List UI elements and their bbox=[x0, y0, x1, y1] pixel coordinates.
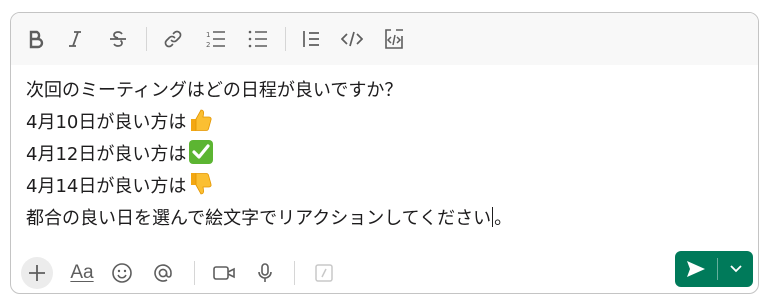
message-text: 都合の良い日を選んで絵文字でリアクションしてください bbox=[26, 208, 492, 229]
bulleted-list-icon[interactable] bbox=[242, 23, 274, 55]
ordered-list-icon[interactable]: 12 bbox=[200, 23, 232, 55]
toolbar-divider bbox=[194, 261, 195, 285]
formatting-toolbar: 12 bbox=[11, 13, 758, 65]
code-icon[interactable] bbox=[336, 23, 368, 55]
send-icon[interactable] bbox=[675, 251, 717, 287]
message-text: 4月10日が良い方は bbox=[26, 112, 187, 133]
message-input[interactable]: 次回のミーティングはどの日程が良いですか？ 4月10日が良い方は 4月12日が良… bbox=[26, 75, 743, 235]
link-icon[interactable] bbox=[157, 23, 189, 55]
toolbar-divider bbox=[146, 27, 147, 51]
send-button-group bbox=[675, 251, 753, 287]
toolbar-divider bbox=[294, 261, 295, 285]
svg-text:2: 2 bbox=[206, 41, 210, 49]
code-block-icon[interactable] bbox=[378, 23, 410, 55]
italic-icon[interactable] bbox=[59, 23, 91, 55]
formatting-label: Aa bbox=[70, 262, 94, 283]
message-line: 次回のミーティングはどの日程が良いですか？ bbox=[26, 75, 743, 107]
strikethrough-icon[interactable] bbox=[102, 23, 134, 55]
bold-icon[interactable] bbox=[20, 23, 52, 55]
video-icon[interactable] bbox=[208, 257, 240, 289]
message-line: 都合の良い日を選んで絵文字でリアクションしてください。 bbox=[26, 203, 743, 235]
text-caret bbox=[492, 207, 494, 227]
formatting-icon[interactable]: Aa bbox=[65, 257, 99, 289]
message-line: 4月10日が良い方は bbox=[26, 107, 743, 139]
chevron-down-icon[interactable] bbox=[718, 251, 753, 287]
composer-actions: Aa bbox=[11, 251, 758, 293]
message-text: 4月12日が良い方は bbox=[26, 144, 187, 165]
message-composer: 12 次回のミーティングはどの日程が良いですか？ 4月10日が良い方は 4月12… bbox=[10, 12, 759, 294]
message-line: 4月12日が良い方は bbox=[26, 139, 743, 171]
svg-text:1: 1 bbox=[206, 31, 210, 39]
emoji-icon[interactable] bbox=[106, 257, 138, 289]
message-text: 次回のミーティングはどの日程が良いですか？ bbox=[26, 80, 403, 101]
message-line: 4月14日が良い方は bbox=[26, 171, 743, 203]
plus-icon[interactable] bbox=[21, 257, 53, 289]
mention-icon[interactable] bbox=[147, 257, 179, 289]
message-text: 4月14日が良い方は bbox=[26, 176, 187, 197]
blockquote-icon[interactable] bbox=[295, 23, 327, 55]
microphone-icon[interactable] bbox=[249, 257, 281, 289]
toolbar-divider bbox=[285, 27, 286, 51]
message-text: 。 bbox=[494, 208, 513, 229]
shortcuts-icon[interactable] bbox=[308, 257, 340, 289]
